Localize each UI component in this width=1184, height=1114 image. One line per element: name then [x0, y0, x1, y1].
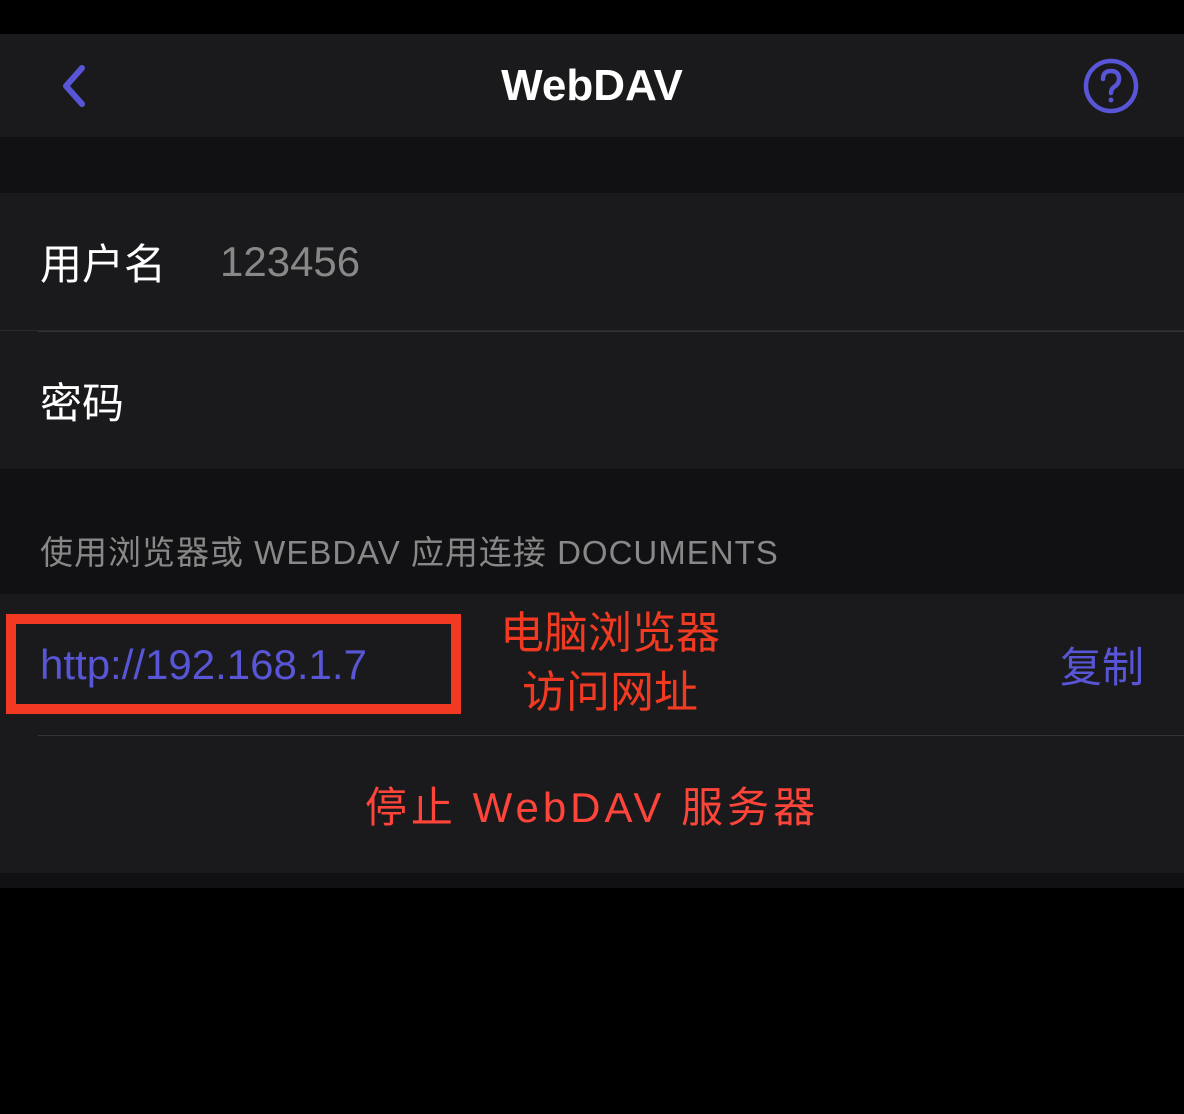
- stop-server-label: 停止 WebDAV 服务器: [365, 774, 819, 835]
- connection-section-header: 使用浏览器或 WEBDAV 应用连接 DOCUMENTS: [0, 516, 1184, 594]
- page-title: WebDAV: [501, 61, 683, 111]
- back-button[interactable]: [60, 64, 86, 108]
- stop-server-button[interactable]: 停止 WebDAV 服务器: [0, 736, 1184, 873]
- password-input[interactable]: [220, 377, 1144, 425]
- username-label: 用户名: [40, 231, 220, 292]
- password-label: 密码: [40, 370, 220, 431]
- navigation-bar: WebDAV: [0, 34, 1184, 137]
- annotation-text: 电脑浏览器 访问网址: [500, 604, 720, 723]
- username-row[interactable]: 用户名: [0, 193, 1184, 331]
- copy-button[interactable]: 复制: [1060, 634, 1144, 695]
- url-row: http://192.168.1.7 电脑浏览器 访问网址 复制: [0, 594, 1184, 735]
- password-row[interactable]: 密码: [0, 332, 1184, 469]
- credentials-section: 用户名 密码: [0, 193, 1184, 469]
- username-input[interactable]: [220, 238, 1144, 286]
- url-section: http://192.168.1.7 电脑浏览器 访问网址 复制 停止 WebD…: [0, 594, 1184, 873]
- help-button[interactable]: [1083, 58, 1139, 114]
- help-icon: [1083, 58, 1139, 114]
- chevron-left-icon: [60, 64, 86, 108]
- server-url[interactable]: http://192.168.1.7: [40, 641, 367, 689]
